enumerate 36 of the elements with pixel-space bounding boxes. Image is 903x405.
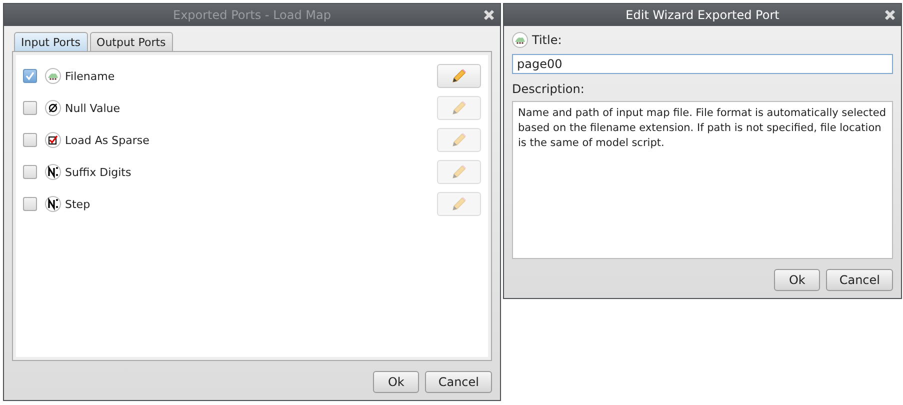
pencil-icon [451, 68, 467, 84]
tab[interactable]: Output Ports [90, 32, 173, 51]
edit-button[interactable] [437, 64, 481, 88]
field-label: Description: [512, 82, 586, 96]
description-field[interactable]: Name and path of input map file. File format is automatically selected based on the filename extension. If path is not specified, file location is the same of model script. [512, 101, 893, 259]
port-label: Suffix Digits [65, 166, 132, 178]
port-label: Filename [65, 70, 116, 82]
number-icon [45, 164, 61, 180]
pencil-icon [451, 132, 467, 148]
map-icon [45, 68, 61, 84]
port-label: Load As Sparse [65, 134, 150, 146]
empty-set-icon [45, 100, 61, 116]
cancel-button[interactable]: Cancel [425, 371, 492, 393]
checkbox[interactable] [23, 165, 37, 179]
port-label: Step [65, 198, 92, 210]
tab[interactable]: Input Ports [14, 32, 88, 51]
pencil-icon [451, 196, 467, 212]
pencil-icon [451, 100, 467, 116]
ok-button[interactable]: Ok [372, 371, 420, 393]
checked-box-icon [45, 132, 61, 148]
checkbox[interactable] [23, 133, 37, 147]
checkbox[interactable] [23, 197, 37, 211]
window-title: Exported Ports - Load Map [172, 8, 332, 22]
field-label: Title: [532, 33, 562, 47]
checkbox[interactable] [23, 101, 37, 115]
port-label: Null Value [65, 102, 122, 114]
map-icon [512, 32, 528, 48]
checkbox[interactable] [23, 69, 37, 83]
window-title: Edit Wizard Exported Port [626, 8, 780, 22]
number-icon [45, 196, 61, 212]
title-field[interactable]: page00 [512, 54, 893, 74]
cancel-button[interactable]: Cancel [826, 269, 893, 291]
ok-button[interactable]: Ok [774, 269, 820, 291]
pencil-icon [451, 164, 467, 180]
close-icon[interactable] [483, 9, 495, 21]
close-icon[interactable] [884, 9, 896, 21]
